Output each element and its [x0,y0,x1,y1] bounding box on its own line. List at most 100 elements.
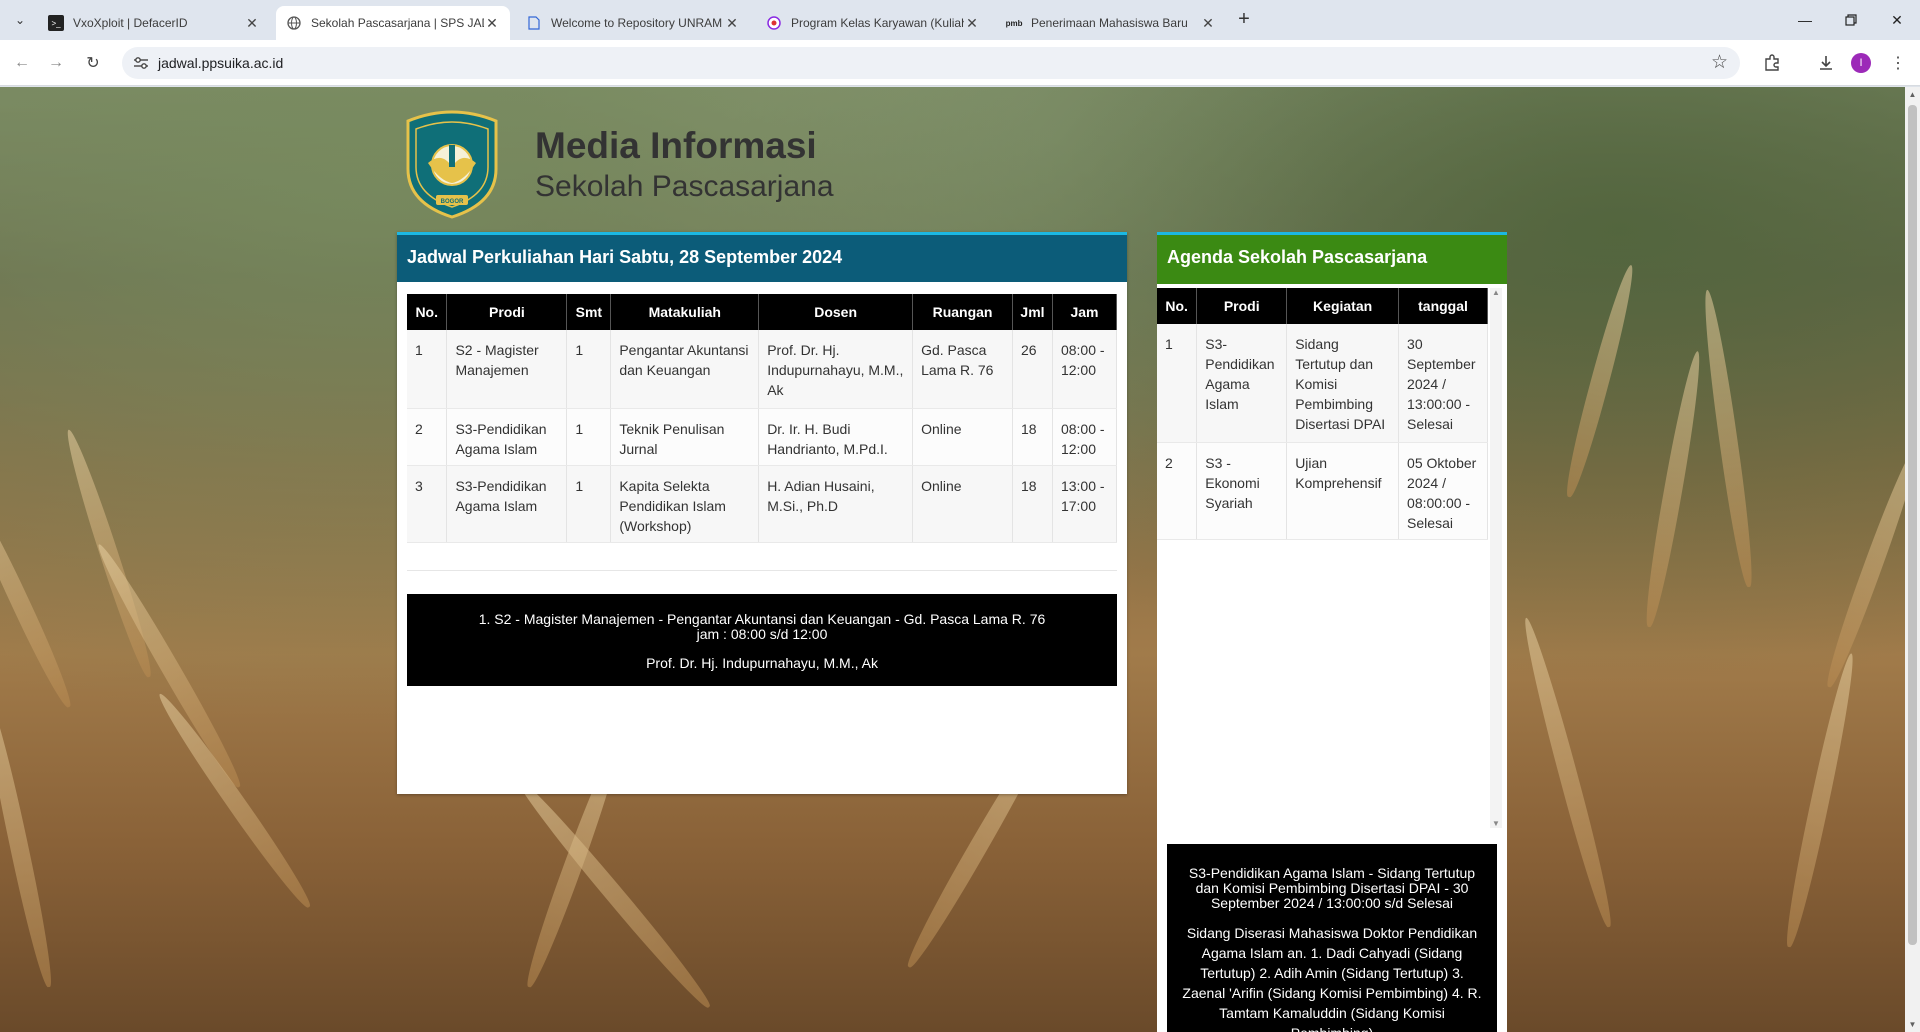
scroll-up-icon[interactable]: ▲ [1905,87,1920,102]
table-row: 3 S3-Pendidikan Agama Islam 1 Kapita Sel… [407,465,1118,543]
agenda-scrollbar[interactable]: ▲ ▼ [1490,288,1502,828]
column-header: Jml [1012,294,1053,330]
minimize-icon: — [1798,12,1812,28]
schedule-heading: Jadwal Perkuliahan Hari Sabtu, 28 Septem… [397,232,1127,282]
close-icon[interactable]: ✕ [244,15,260,32]
ticker-body: Sidang Diserasi Mahasiswa Doktor Pendidi… [1182,925,1482,1032]
column-header: No. [1157,288,1198,324]
pmb-favicon-icon: pmb [1005,18,1023,28]
tab-title: Program Kelas Karyawan (Kuliah [791,16,964,30]
minimize-button[interactable]: — [1782,0,1828,40]
tab-repository-unram[interactable]: Welcome to Repository UNRAM ✕ [516,6,750,40]
ticker-line: jam : 08:00 s/d 12:00 [696,626,828,642]
menu-button[interactable]: ⋮ [1886,51,1910,75]
download-icon [1820,56,1832,70]
downloads-button[interactable] [1814,51,1838,75]
tab-title: Sekolah Pascasarjana | SPS JADWAL [311,16,484,30]
cell-jam: 13:00 - 17:00 [1052,465,1118,543]
bookmark-star-icon[interactable]: ☆ [1711,51,1728,74]
ticker-lecturer: Prof. Dr. Hj. Indupurnahayu, M.M., Ak [646,655,878,671]
forward-button[interactable]: → [42,49,70,77]
close-icon[interactable]: ✕ [724,15,740,32]
cell-smt: 1 [566,408,612,466]
cell-matakuliah: Kapita Selekta Pendidikan Islam (Worksho… [610,465,760,543]
close-icon[interactable]: ✕ [964,15,980,32]
tab-program-kelas-karyawan[interactable]: Program Kelas Karyawan (Kuliah ✕ [756,6,990,40]
cell-prodi: S3-Pendidikan Agama Islam [446,465,568,543]
agenda-panel: Agenda Sekolah Pascasarjana No. Prodi Ke… [1157,232,1507,1032]
cell-no: 1 [1157,324,1198,443]
browser-toolbar: ← → ↻ jadwal.ppsuika.ac.id ☆ I ⋮ [0,40,1920,86]
column-header: tanggal [1398,288,1488,324]
divider [407,570,1117,571]
close-icon[interactable]: ✕ [1200,15,1216,32]
restore-icon [1845,14,1857,26]
url-text[interactable]: jadwal.ppsuika.ac.id [158,55,283,71]
tab-penerimaan-mahasiswa[interactable]: pmb Penerimaan Mahasiswa Baru ✕ [996,6,1226,40]
cell-dosen: Dr. Ir. H. Budi Handrianto, M.Pd.I. [758,408,914,466]
cell-tanggal: 05 Oktober 2024 / 08:00:00 - Selesai [1398,442,1488,540]
document-favicon-icon [526,15,542,31]
table-row: 2 S3 - Ekonomi Syariah Ujian Komprehensi… [1157,442,1488,540]
cell-smt: 1 [566,330,612,409]
agenda-scroll-area[interactable]: No. Prodi Kegiatan tanggal 1 S3-Pendidik… [1157,284,1507,824]
university-favicon-icon [766,15,782,31]
close-icon: ✕ [1891,11,1903,28]
column-header: Prodi [1196,288,1288,324]
column-header: Jam [1052,294,1118,330]
close-icon[interactable]: ✕ [484,15,500,32]
more-vert-icon: ⋮ [1890,55,1906,72]
restore-button[interactable] [1828,0,1874,40]
tab-sekolah-pascasarjana[interactable]: Sekolah Pascasarjana | SPS JADWAL ✕ [276,6,510,40]
table-row: 2 S3-Pendidikan Agama Islam 1 Teknik Pen… [407,408,1118,466]
agenda-heading: Agenda Sekolah Pascasarjana [1157,232,1507,284]
scroll-up-icon[interactable]: ▲ [1490,288,1502,297]
page-scrollbar[interactable]: ▲ ▼ [1905,87,1920,1032]
ticker-title: S3-Pendidikan Agama Islam - Sidang Tertu… [1188,865,1476,911]
back-button[interactable]: ← [8,49,36,77]
new-tab-button[interactable]: + [1230,8,1258,32]
cell-jam: 08:00 - 12:00 [1052,408,1118,466]
profile-button[interactable]: I [1849,51,1873,75]
puzzle-icon [1765,54,1779,71]
svg-text:BOGOR: BOGOR [441,199,464,205]
reload-button[interactable]: ↻ [79,49,107,77]
cell-prodi: S3-Pendidikan Agama Islam [446,408,568,466]
column-header: Smt [566,294,612,330]
table-row: 1 S3-Pendidikan Agama Islam Sidang Tertu… [1157,324,1488,443]
site-info-icon[interactable] [132,54,150,72]
close-window-button[interactable]: ✕ [1874,0,1920,40]
extensions-button[interactable] [1760,51,1784,75]
schedule-panel: Jadwal Perkuliahan Hari Sabtu, 28 Septem… [397,232,1127,794]
address-bar[interactable]: jadwal.ppsuika.ac.id ☆ [122,47,1740,79]
tab-vxoxploit[interactable]: >_ VxoXploit | DefacerID ✕ [38,6,270,40]
cell-jml: 18 [1012,465,1053,543]
cell-jam: 08:00 - 12:00 [1052,330,1118,409]
tab-title: Welcome to Repository UNRAM [551,16,723,30]
cell-matakuliah: Pengantar Akuntansi dan Keuangan [610,330,760,409]
tab-strip: ⌄ >_ VxoXploit | DefacerID ✕ Sekolah Pas… [0,0,1920,40]
cell-prodi: S3 - Ekonomi Syariah [1196,442,1288,540]
cell-no: 2 [407,408,448,466]
tab-title: VxoXploit | DefacerID [73,16,188,30]
column-header: Dosen [758,294,914,330]
column-header: Kegiatan [1286,288,1400,324]
chevron-down-icon: ⌄ [14,13,26,27]
cell-dosen: Prof. Dr. Hj. Indupurnahayu, M.M., Ak [758,330,914,409]
scrollbar-thumb[interactable] [1908,105,1917,945]
scroll-down-icon[interactable]: ▼ [1490,819,1502,828]
cell-dosen: H. Adian Husaini, M.Si., Ph.D [758,465,914,543]
ticker-line: 1. S2 - Magister Manajemen - Pengantar A… [478,611,1046,627]
cell-prodi: S2 - Magister Manajemen [446,330,568,409]
cell-matakuliah: Teknik Penulisan Jurnal [610,408,760,466]
cell-no: 3 [407,465,448,543]
cell-kegiatan: Ujian Komprehensif [1286,442,1400,540]
table-header-row: No. Prodi Kegiatan tanggal [1157,288,1488,324]
tab-search-button[interactable]: ⌄ [8,8,32,32]
cell-ruangan: Online [912,465,1013,543]
cell-jml: 26 [1012,330,1053,409]
scroll-down-icon[interactable]: ▼ [1905,1017,1920,1032]
reload-icon: ↻ [86,55,100,72]
page-title: Media Informasi [535,125,817,166]
schedule-table: No. Prodi Smt Matakuliah Dosen Ruangan J… [407,294,1118,543]
